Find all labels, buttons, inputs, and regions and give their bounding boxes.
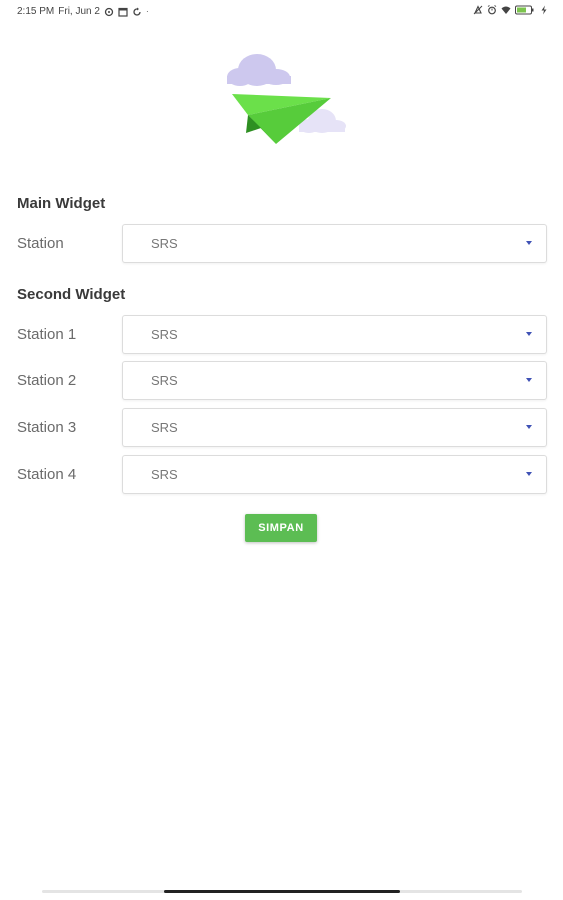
home-gesture-handle[interactable] [164,890,400,893]
station-3-row: Station 3 SRS [0,408,563,448]
charging-icon [541,5,547,15]
chevron-down-icon [526,378,532,382]
notification-icon [104,7,114,16]
chevron-down-icon [526,425,532,429]
battery-icon [515,5,534,15]
station-4-row: Station 4 SRS [0,455,563,495]
calendar-icon [118,7,128,17]
status-date: Fri, Jun 2 [58,6,100,17]
dropdown-value: SRS [151,373,178,388]
paper-plane-illustration [227,54,346,144]
station-3-label: Station 3 [17,419,77,436]
status-bar: 2:15 PM Fri, Jun 2 · [0,0,563,24]
chevron-down-icon [526,332,532,336]
main-station-label: Station [17,235,64,252]
dot-icon: · [145,7,149,16]
cloud-icon [227,54,291,86]
station-1-row: Station 1 SRS [0,315,563,355]
main-station-row: Station SRS [0,224,563,264]
station-2-dropdown[interactable]: SRS [122,361,547,400]
main-station-dropdown[interactable]: SRS [122,224,547,263]
station-3-dropdown[interactable]: SRS [122,408,547,447]
wifi-icon [501,6,511,14]
alarm-icon [487,5,497,15]
save-button[interactable]: SIMPAN [245,514,317,542]
dropdown-value: SRS [151,327,178,342]
chevron-down-icon [526,472,532,476]
do-not-disturb-icon [473,5,483,15]
dropdown-value: SRS [151,236,178,251]
second-widget-title: Second Widget [17,286,126,303]
sync-icon [133,7,141,16]
station-4-dropdown[interactable]: SRS [122,455,547,494]
main-widget-title: Main Widget [17,195,106,212]
station-2-label: Station 2 [17,372,77,389]
status-right [473,5,549,15]
station-1-label: Station 1 [17,326,77,343]
station-2-row: Station 2 SRS [0,361,563,401]
station-1-dropdown[interactable]: SRS [122,315,547,354]
dropdown-value: SRS [151,467,178,482]
dropdown-value: SRS [151,420,178,435]
status-time: 2:15 PM [17,6,55,17]
status-left: 2:15 PM Fri, Jun 2 · [17,6,149,17]
station-4-label: Station 4 [17,466,77,483]
chevron-down-icon [526,241,532,245]
